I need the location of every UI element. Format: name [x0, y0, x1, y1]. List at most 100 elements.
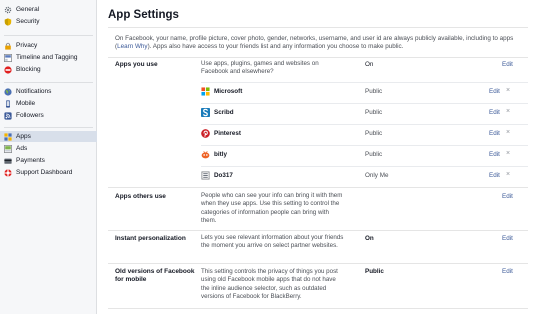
- sidebar-item-label: Ads: [16, 145, 28, 152]
- sidebar-item-label: Timeline and Tagging: [16, 54, 78, 61]
- app-name: Microsoft: [214, 88, 243, 95]
- edit-apps-others-use-link[interactable]: Edit: [502, 193, 513, 200]
- pinterest-icon: [201, 129, 210, 138]
- scribd-icon: [201, 108, 210, 117]
- sidebar-item-label: Followers: [16, 112, 44, 119]
- section-description: This setting controls the privacy of thi…: [201, 268, 338, 300]
- sidebar-item-security[interactable]: Security: [0, 16, 97, 27]
- lock-icon: [4, 42, 12, 50]
- learn-why-link[interactable]: Learn Why: [117, 43, 147, 50]
- sidebar-item-followers[interactable]: Followers: [0, 110, 97, 121]
- section-description: Use apps, plugins, games and websites on…: [201, 60, 319, 76]
- sidebar-item-label: Privacy: [16, 42, 38, 49]
- sidebar-item-support-dashboard[interactable]: Support Dashboard: [0, 167, 97, 178]
- ads-icon: [4, 144, 12, 153]
- block-icon: [4, 65, 12, 74]
- close-icon[interactable]: ×: [506, 87, 510, 95]
- section-divider: [108, 187, 528, 188]
- section-title: Instant personalization: [115, 235, 186, 242]
- app-row-bitly: bitly Public Edit ×: [201, 149, 528, 161]
- sidebar-item-ads[interactable]: Ads: [0, 143, 97, 154]
- sidebar-item-general[interactable]: General: [0, 4, 97, 15]
- section-divider: [108, 230, 528, 231]
- sidebar-item-label: Notifications: [16, 88, 52, 95]
- app-edit-link[interactable]: Edit: [489, 109, 500, 116]
- edit-instant-personalization-link[interactable]: Edit: [502, 235, 513, 242]
- do317-icon: [201, 171, 210, 180]
- app-edit-link[interactable]: Edit: [489, 88, 500, 95]
- app-settings-panel: App Settings On Facebook, your name, pro…: [97, 0, 535, 314]
- section-value: On: [365, 235, 374, 242]
- app-divider: [201, 82, 528, 83]
- phone-icon: [4, 99, 12, 108]
- edit-apps-you-use-link[interactable]: Edit: [502, 61, 513, 68]
- app-name: bitly: [214, 151, 227, 158]
- sidebar-item-label: General: [16, 6, 40, 13]
- gear-icon: [4, 6, 12, 14]
- sidebar-item-label: Support Dashboard: [16, 169, 73, 176]
- globe-icon: [4, 87, 12, 96]
- sidebar-divider: [4, 82, 93, 83]
- app-divider: [201, 103, 528, 104]
- sidebar-item-label: Mobile: [16, 100, 36, 107]
- app-privacy: Public: [365, 130, 383, 137]
- lifebuoy-icon: [4, 168, 12, 177]
- sidebar-divider: [4, 35, 93, 36]
- app-edit-link[interactable]: Edit: [489, 151, 500, 158]
- sidebar-item-timeline-and-tagging[interactable]: Timeline and Tagging: [0, 52, 97, 63]
- close-icon[interactable]: ×: [506, 108, 510, 116]
- intro-text: On Facebook, your name, profile picture,…: [115, 35, 520, 52]
- sidebar-item-privacy[interactable]: Privacy: [0, 40, 97, 51]
- title-divider: [108, 27, 528, 28]
- sidebar-item-mobile[interactable]: Mobile: [0, 98, 97, 109]
- app-divider: [201, 124, 528, 125]
- bitly-icon: [201, 150, 210, 159]
- section-value: On: [365, 61, 374, 68]
- sidebar-item-label: Payments: [16, 157, 45, 164]
- intro-text-end: ). Apps also have access to your friends…: [147, 43, 404, 51]
- sidebar-divider: [4, 127, 93, 128]
- app-divider: [201, 145, 528, 146]
- rss-icon: [4, 111, 12, 120]
- sidebar-item-label: Blocking: [16, 66, 41, 73]
- sidebar-item-notifications[interactable]: Notifications: [0, 86, 97, 97]
- sidebar-item-apps[interactable]: Apps: [0, 131, 97, 142]
- section-description: Lets you see relevant information about …: [201, 234, 344, 250]
- microsoft-icon: [201, 87, 210, 96]
- shield-icon: [4, 17, 12, 26]
- timeline-icon: [4, 53, 12, 62]
- app-privacy: Only Me: [365, 172, 389, 179]
- app-name: Pinterest: [214, 130, 241, 137]
- close-icon[interactable]: ×: [506, 129, 510, 137]
- section-title: Apps you use: [115, 61, 158, 68]
- section-title: Apps others use: [115, 193, 166, 200]
- card-icon: [4, 157, 12, 165]
- section-title: Old versions of Facebook for mobile: [115, 268, 195, 283]
- section-divider: [108, 263, 528, 264]
- page-title: App Settings: [108, 9, 179, 21]
- section-divider: [108, 308, 528, 309]
- apps-icon: [4, 132, 12, 141]
- section-divider: [108, 57, 528, 58]
- app-privacy: Public: [365, 151, 383, 158]
- edit-old-mobile-versions-link[interactable]: Edit: [502, 268, 513, 275]
- app-name: Scribd: [214, 109, 234, 116]
- app-row-scribd: Scribd Public Edit ×: [201, 107, 528, 119]
- section-value: Public: [365, 268, 384, 275]
- app-row-microsoft: Microsoft Public Edit ×: [201, 86, 528, 98]
- sidebar-item-label: Security: [16, 18, 40, 25]
- close-icon[interactable]: ×: [506, 150, 510, 158]
- app-row-do317: Do317 Only Me Edit ×: [201, 170, 528, 182]
- app-edit-link[interactable]: Edit: [489, 172, 500, 179]
- settings-sidebar: General Security Privacy Timeline and Ta…: [0, 0, 97, 314]
- app-row-pinterest: Pinterest Public Edit ×: [201, 128, 528, 140]
- sidebar-item-payments[interactable]: Payments: [0, 155, 97, 166]
- app-divider: [201, 166, 528, 167]
- app-edit-link[interactable]: Edit: [489, 130, 500, 137]
- app-name: Do317: [214, 172, 233, 179]
- app-privacy: Public: [365, 88, 383, 95]
- close-icon[interactable]: ×: [506, 171, 510, 179]
- app-privacy: Public: [365, 109, 383, 116]
- sidebar-item-label: Apps: [16, 133, 31, 140]
- sidebar-item-blocking[interactable]: Blocking: [0, 64, 97, 75]
